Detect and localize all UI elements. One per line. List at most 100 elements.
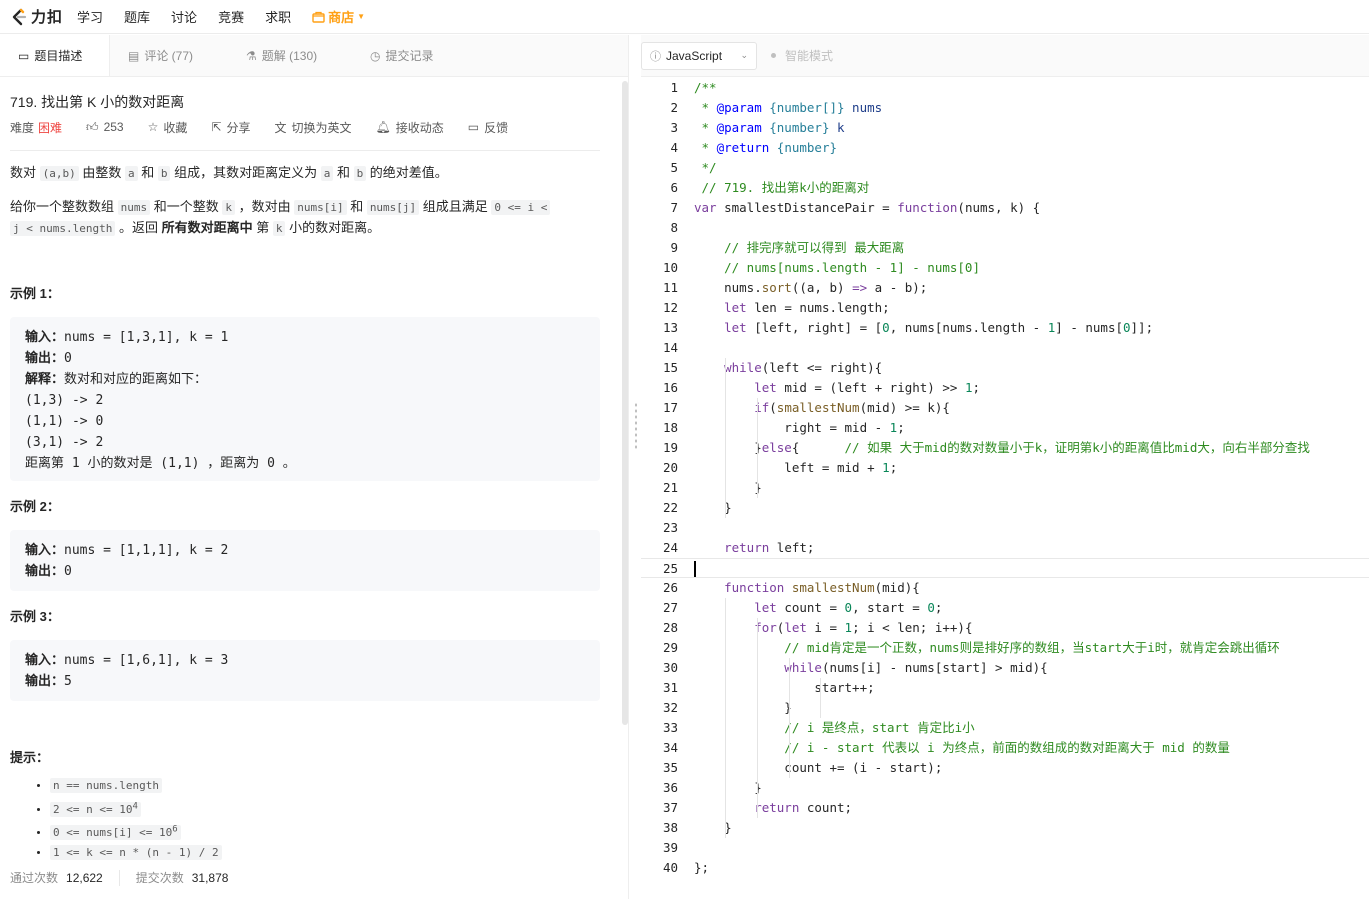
- nav-item-store[interactable]: 商店 ▼: [312, 7, 365, 26]
- line-number: 9: [670, 240, 678, 255]
- code-line[interactable]: 18 right = mid - 1;: [641, 418, 1369, 438]
- code-line[interactable]: 37 return count;: [641, 798, 1369, 818]
- line-number: 18: [662, 420, 678, 435]
- leetcode-logo[interactable]: 力扣: [10, 6, 63, 27]
- editor-panel: ⓘ JavaScript ⌄ 智能模式 1 /** 2 * @param {numb…: [641, 35, 1369, 899]
- line-number: 1: [670, 80, 678, 95]
- code-line[interactable]: 21 }: [641, 478, 1369, 498]
- switch-language-button[interactable]: 文 切换为英文: [274, 119, 351, 136]
- line-number: 23: [662, 520, 678, 535]
- line-number: 12: [662, 300, 678, 315]
- example-3-title: 示例 3：: [10, 609, 60, 624]
- language-select[interactable]: ⓘ JavaScript ⌄: [641, 41, 757, 70]
- like-button[interactable]: 👍︎ 253: [86, 120, 124, 135]
- translate-icon: 文: [274, 120, 287, 135]
- code-line[interactable]: 11 nums.sort((a, b) => a - b);: [641, 278, 1369, 298]
- code-line[interactable]: 6 // 719. 找出第k小的距离对: [641, 178, 1369, 198]
- code-token: @param: [716, 100, 762, 115]
- code-line[interactable]: 12 let len = nums.length;: [641, 298, 1369, 318]
- code-editor[interactable]: 1/** 2 * @param {number[]} nums 3 * @param…: [641, 78, 1369, 899]
- example-label: 解释：: [25, 372, 65, 387]
- code-text: // mid肯定是一个正数，nums则是排好序的数组，当start大于i时，就肯…: [694, 638, 1279, 658]
- example-3-box: 输入：nums = [1,6,1], k = 3 输出：5: [10, 640, 600, 701]
- nav-item-contest[interactable]: 竞赛: [218, 7, 244, 26]
- code-line[interactable]: 36 }: [641, 778, 1369, 798]
- code-line[interactable]: 13 let [left, right] = [0, nums[nums.len…: [641, 318, 1369, 338]
- code-line[interactable]: 38 }: [641, 818, 1369, 838]
- code-text: // 排完序就可以得到 最大距离: [694, 238, 904, 258]
- code-token: @param: [716, 120, 762, 135]
- tips-title: 提示：: [10, 750, 50, 765]
- star-icon: ☆: [147, 120, 159, 134]
- line-number: 33: [662, 720, 678, 735]
- description-scrollbar[interactable]: [622, 81, 628, 725]
- nav-item-problems[interactable]: 题库: [124, 7, 150, 26]
- nav-item-discuss[interactable]: 讨论: [171, 7, 197, 26]
- code-text: * @param {number[]} nums: [694, 98, 883, 118]
- code-line[interactable]: 27 let count = 0, start = 0;: [641, 598, 1369, 618]
- code-line[interactable]: 24 return left;: [641, 538, 1369, 558]
- chevron-down-icon: ▼: [357, 12, 366, 21]
- code-line[interactable]: 29 // mid肯定是一个正数，nums则是排好序的数组，当start大于i时…: [641, 638, 1369, 658]
- code-line[interactable]: 25: [641, 558, 1369, 578]
- code-text: while(nums[i] - nums[start] > mid){: [694, 658, 1047, 678]
- code-line[interactable]: 28 for(let i = 1; i < len; i++){: [641, 618, 1369, 638]
- panel-resize-handle[interactable]: [634, 402, 638, 450]
- code-line[interactable]: 34 // i - start 代表以 i 为终点，前面的数组成的数对距离大于 …: [641, 738, 1369, 758]
- example-label: 输入：: [25, 330, 65, 345]
- code-line[interactable]: 1 /**: [641, 78, 1369, 98]
- code-line[interactable]: 2 * @param {number[]} nums: [641, 98, 1369, 118]
- line-number: 39: [662, 840, 678, 855]
- code-token: ]];: [1130, 320, 1154, 335]
- tab-solutions[interactable]: ⚗ 题解 (130): [228, 35, 352, 76]
- nav-item-learn[interactable]: 学习: [77, 7, 103, 26]
- tab-description[interactable]: ▭ 题目描述: [0, 35, 110, 76]
- inline-code: k: [272, 221, 286, 236]
- code-line[interactable]: 26 function smallestNum(mid){: [641, 578, 1369, 598]
- code-line[interactable]: 32 }: [641, 698, 1369, 718]
- code-text: let mid = (left + right) >> 1;: [694, 378, 980, 398]
- code-line[interactable]: 14: [641, 338, 1369, 358]
- tab-comments[interactable]: ▤ 评论 (77): [110, 35, 228, 76]
- code-token: var: [694, 200, 717, 215]
- code-line[interactable]: 3 * @param {number} k: [641, 118, 1369, 138]
- feedback-button[interactable]: ▭ 反馈: [468, 119, 508, 136]
- code-line[interactable]: 7 var smallestDistancePair = function(num…: [641, 198, 1369, 218]
- subscribe-button[interactable]: 🔔︎ 接收动态: [376, 119, 444, 136]
- text: 和: [333, 165, 354, 180]
- line-number: 26: [662, 580, 678, 595]
- code-line[interactable]: 15 while(left <= right){: [641, 358, 1369, 378]
- tab-submissions[interactable]: ◷ 提交记录: [352, 35, 452, 76]
- code-line[interactable]: 35 count += (i - start);: [641, 758, 1369, 778]
- code-line[interactable]: 19 }else{ // 如果 大于mid的数对数量小于k，证明第k小的距离值比…: [641, 438, 1369, 458]
- nav-item-jobs[interactable]: 求职: [265, 7, 291, 26]
- share-button[interactable]: ⇱ 分享: [211, 119, 250, 136]
- code-line[interactable]: 8: [641, 218, 1369, 238]
- code-line[interactable]: 40};: [641, 858, 1369, 878]
- code-token: let: [694, 380, 777, 395]
- inline-code: k: [222, 200, 235, 215]
- line-number: 4: [670, 140, 678, 155]
- code-line[interactable]: 23: [641, 518, 1369, 538]
- code-line[interactable]: 17 if(smallestNum(mid) >= k){: [641, 398, 1369, 418]
- code-line[interactable]: 16 let mid = (left + right) >> 1;: [641, 378, 1369, 398]
- line-number: 10: [662, 260, 678, 275]
- code-line[interactable]: 22 }: [641, 498, 1369, 518]
- example-line: (3,1) -> 2: [25, 435, 104, 450]
- code-line[interactable]: 20 left = mid + 1;: [641, 458, 1369, 478]
- code-line[interactable]: 31 start++;: [641, 678, 1369, 698]
- tip-code: n == nums.length: [50, 778, 162, 793]
- favorite-button[interactable]: ☆ 收藏: [148, 119, 188, 136]
- code-line[interactable]: 4 * @return {number}: [641, 138, 1369, 158]
- code-token: (mid) >= k){: [859, 400, 950, 415]
- code-text: return left;: [694, 538, 814, 558]
- code-line[interactable]: 9 // 排完序就可以得到 最大距离: [641, 238, 1369, 258]
- code-line[interactable]: 33 // i 是终点，start 肯定比i小: [641, 718, 1369, 738]
- code-token: 0: [882, 320, 890, 335]
- code-line[interactable]: 5 */: [641, 158, 1369, 178]
- code-line[interactable]: 30 while(nums[i] - nums[start] > mid){: [641, 658, 1369, 678]
- code-line[interactable]: 39: [641, 838, 1369, 858]
- code-line[interactable]: 10 // nums[nums.length - 1] - nums[0]: [641, 258, 1369, 278]
- smart-mode-toggle[interactable]: 智能模式: [771, 47, 833, 64]
- code-token: {number}: [761, 120, 830, 135]
